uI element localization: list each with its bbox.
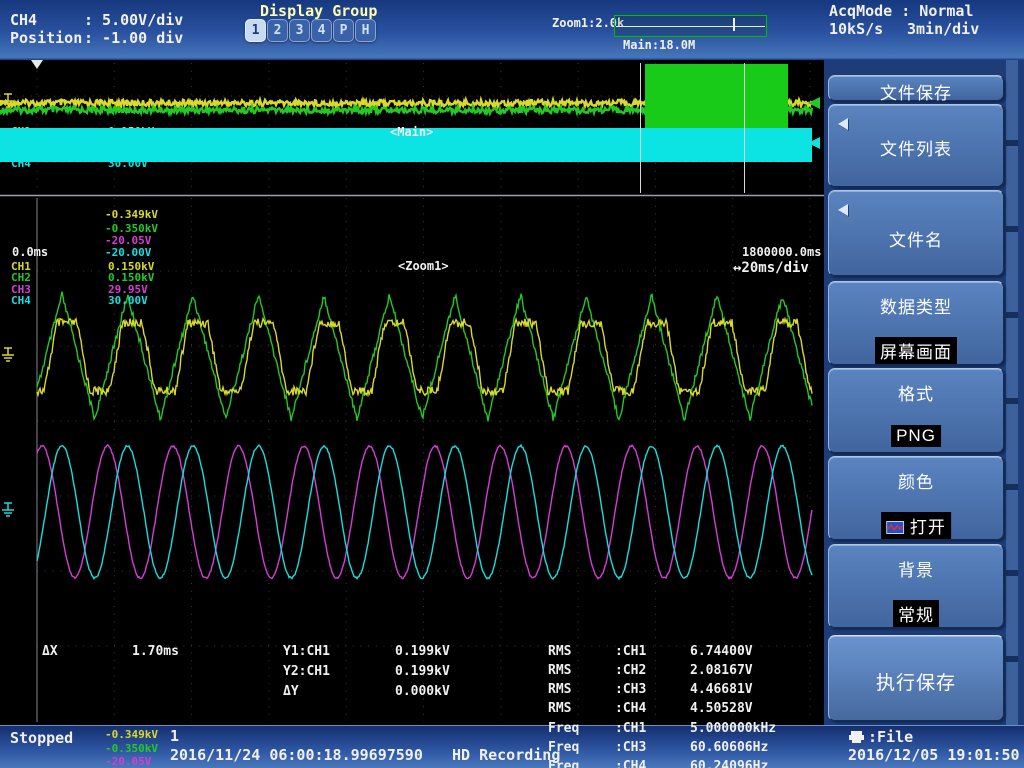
main-ch4-label: CH4	[11, 158, 31, 170]
display-group-button-h[interactable]: H	[355, 19, 376, 42]
channel-scale: : 5.00V/div	[84, 13, 183, 29]
oscilloscope-screen: CH4 : 5.00V/div Position : -1.00 div Dis…	[0, 0, 1024, 768]
left-arrow-icon	[838, 204, 848, 216]
left-arrow-icon	[838, 118, 848, 130]
zoom-bar-trace	[616, 26, 765, 27]
menu-title-file-save[interactable]: 文件保存	[828, 75, 1004, 101]
file-indicator-label: :File	[868, 730, 913, 746]
waveform-display: CH1 0.150kV CH2 0.150kV CH3 29.95V CH4 3…	[0, 60, 824, 725]
menu-button-value: 打开	[910, 518, 946, 537]
menu-button-background[interactable]: 背景 常规	[828, 544, 1004, 628]
menu-button-value: 常规	[893, 600, 939, 627]
zoom-bar-cursor[interactable]	[733, 18, 735, 31]
printer-icon	[848, 730, 865, 744]
menu-button-label: 文件列表	[829, 135, 1003, 160]
display-group-button-p[interactable]: P	[333, 19, 354, 42]
menu-button-file-list[interactable]: 文件列表	[828, 104, 1004, 187]
channel-name: CH4	[10, 13, 37, 29]
acq-mode: AcqMode : Normal	[829, 4, 974, 20]
acquisition-count: 1	[170, 729, 179, 745]
menu-button-execute-save[interactable]: 执行保存	[828, 635, 1004, 721]
color-preview-icon	[886, 521, 904, 534]
display-group-button-1[interactable]: 1	[245, 19, 266, 42]
main-record-label: Main:18.0M	[623, 39, 695, 52]
menu-button-value: PNG	[891, 425, 941, 447]
status-bar: Stopped 1 2016/11/24 06:00:18.99697590 H…	[0, 725, 1024, 768]
time-per-div: 3min/div	[907, 22, 979, 38]
menu-button-label: 执行保存	[829, 668, 1003, 695]
menu-button-value-wrap: 打开	[881, 512, 951, 539]
soft-key-edge-strip	[1006, 60, 1018, 725]
header-bar: CH4 : 5.00V/div Position : -1.00 div Dis…	[0, 0, 1024, 60]
channel-position-value: : -1.00 div	[84, 31, 183, 47]
menu-button-label: 背景	[829, 556, 1003, 581]
menu-button-file-name[interactable]: 文件名	[828, 190, 1004, 276]
soft-key-menu: 文件保存 文件列表 文件名 数据类型 屏幕画面 格式 PNG 颜色 打开 背景 …	[824, 60, 1024, 725]
menu-title-label: 文件保存	[829, 79, 1003, 104]
channel-position-label: Position	[10, 31, 82, 47]
menu-button-label: 颜色	[829, 468, 1003, 493]
display-group-button-2[interactable]: 2	[267, 19, 288, 42]
menu-button-color[interactable]: 颜色 打开	[828, 456, 1004, 540]
display-group-button-3[interactable]: 3	[289, 19, 310, 42]
sample-rate: 10kS/s	[829, 22, 883, 38]
display-group-button-4[interactable]: 4	[311, 19, 332, 42]
menu-button-data-type[interactable]: 数据类型 屏幕画面	[828, 281, 1004, 365]
system-clock: 2016/12/05 19:01:50	[848, 748, 1020, 764]
menu-button-label: 数据类型	[829, 293, 1003, 318]
menu-button-label: 文件名	[829, 226, 1003, 251]
main-ch4-value: 30.00V	[108, 158, 148, 170]
acquisition-timestamp: 2016/11/24 06:00:18.99697590	[170, 748, 423, 764]
recording-status: HD Recording	[452, 748, 560, 764]
zoom-position-bar[interactable]	[614, 15, 767, 37]
display-group-label: Display Group	[260, 4, 377, 20]
menu-button-value: 屏幕画面	[875, 337, 957, 364]
menu-button-format[interactable]: 格式 PNG	[828, 368, 1004, 453]
menu-button-label: 格式	[829, 380, 1003, 405]
acquisition-state: Stopped	[10, 731, 73, 747]
